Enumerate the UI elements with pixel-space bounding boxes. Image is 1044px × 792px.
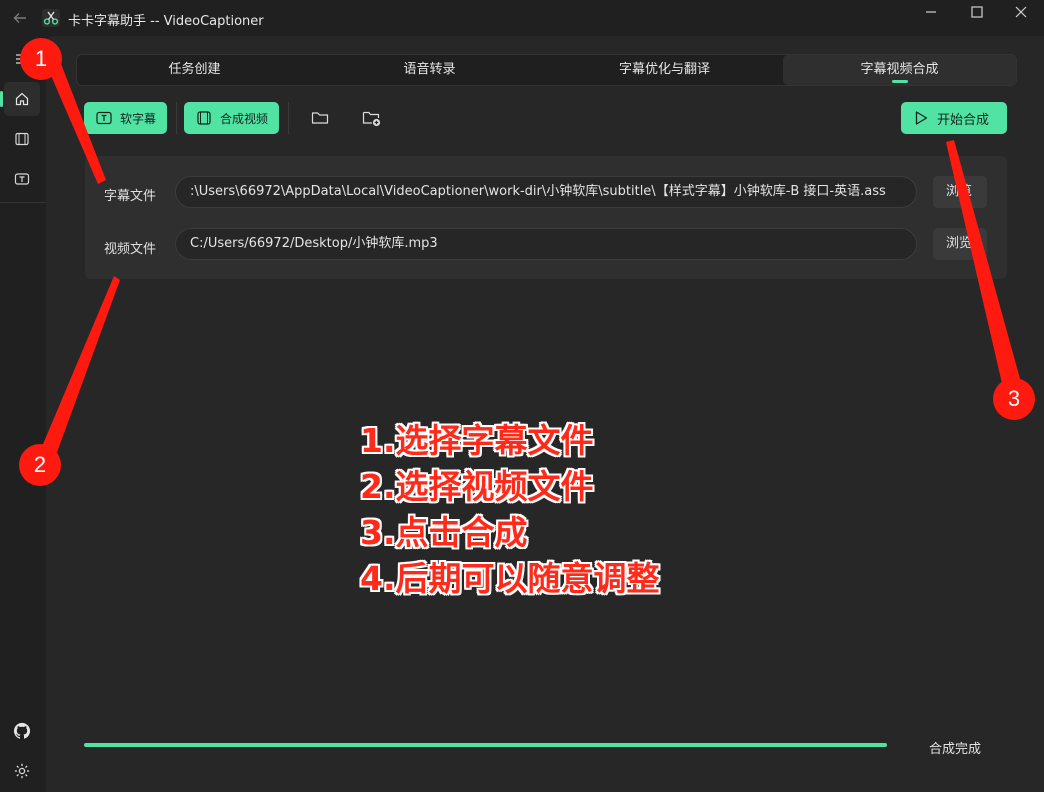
tab-active-underline xyxy=(891,80,908,83)
tab-video-synthesis[interactable]: 字幕视频合成 xyxy=(783,55,1016,85)
github-icon xyxy=(13,722,31,739)
github-button[interactable] xyxy=(4,714,40,748)
home-icon xyxy=(15,92,29,106)
progress-bar xyxy=(84,743,887,747)
file-selection-panel: 字幕文件 :\Users\66972\AppData\Local\VideoCa… xyxy=(85,156,1007,279)
film-icon xyxy=(197,111,211,125)
compose-video-toggle[interactable]: 合成视频 xyxy=(184,102,279,134)
play-icon xyxy=(915,111,928,125)
toolbar-divider xyxy=(288,102,289,134)
back-button[interactable] xyxy=(8,6,32,30)
subtitle-icon xyxy=(14,173,30,185)
title-bar: 卡卡字幕助手 -- VideoCaptioner xyxy=(0,0,1044,36)
window-title: 卡卡字幕助手 -- VideoCaptioner xyxy=(68,14,264,29)
tab-transcription[interactable]: 语音转录 xyxy=(312,55,547,85)
soft-subtitle-toggle[interactable]: 软字幕 xyxy=(84,102,167,134)
instruction-line: 2.选择视频文件 xyxy=(360,467,594,506)
folder-add-icon xyxy=(362,111,381,127)
instruction-overlay: 1.选择字幕文件 2.选择视频文件 3.点击合成 4.后期可以随意调整 xyxy=(360,418,660,602)
arrow-left-icon xyxy=(13,13,26,23)
video-file-label: 视频文件 xyxy=(104,242,157,257)
sidebar-item-subtitle[interactable] xyxy=(4,162,40,196)
film-icon xyxy=(15,132,29,146)
sidebar-item-home[interactable] xyxy=(0,82,40,116)
step-badge-1: 1 xyxy=(20,38,62,80)
settings-button[interactable] xyxy=(4,754,40,788)
sidebar-item-video[interactable] xyxy=(4,122,40,156)
tab-subtitle-optimize[interactable]: 字幕优化与翻译 xyxy=(547,55,782,85)
video-file-input[interactable]: C:/Users/66972/Desktop/小钟软库.mp3 xyxy=(175,228,917,260)
instruction-line: 4.后期可以随意调整 xyxy=(360,559,660,598)
maximize-button[interactable] xyxy=(954,0,1000,30)
tab-task-create[interactable]: 任务创建 xyxy=(77,55,312,85)
main-content: 任务创建 语音转录 字幕优化与翻译 字幕视频合成 软字幕 合成视频 开始合成 字… xyxy=(46,36,1044,792)
minimize-icon xyxy=(926,11,936,13)
app-logo xyxy=(42,9,60,27)
subtitle-file-label: 字幕文件 xyxy=(104,189,157,204)
active-indicator xyxy=(0,91,3,107)
subtitle-icon xyxy=(96,111,112,125)
scissors-icon xyxy=(43,11,59,25)
start-synthesis-button[interactable]: 开始合成 xyxy=(901,102,1007,134)
folder-icon xyxy=(311,112,329,124)
maximize-icon xyxy=(971,6,983,18)
compose-video-label: 合成视频 xyxy=(220,111,269,126)
tab-video-synthesis-label: 字幕视频合成 xyxy=(860,62,939,77)
settings-gear-icon xyxy=(14,763,30,779)
step-badge-3: 3 xyxy=(993,378,1035,420)
instruction-line: 1.选择字幕文件 xyxy=(360,421,594,460)
sidebar xyxy=(0,36,46,792)
sidebar-divider xyxy=(0,202,46,203)
minimize-button[interactable] xyxy=(908,0,954,30)
close-button[interactable] xyxy=(998,0,1044,30)
new-folder-button[interactable] xyxy=(358,104,386,132)
close-icon xyxy=(1015,6,1027,18)
progress-status-text: 合成完成 xyxy=(929,742,982,757)
tab-bar: 任务创建 语音转录 字幕优化与翻译 字幕视频合成 xyxy=(76,54,1017,86)
open-folder-button[interactable] xyxy=(306,104,334,132)
browse-video-button[interactable]: 浏览 xyxy=(933,228,987,260)
toolbar-divider xyxy=(176,102,177,134)
progress-bar-fill xyxy=(84,743,887,747)
instruction-line: 3.点击合成 xyxy=(360,513,528,552)
soft-subtitle-label: 软字幕 xyxy=(120,111,157,126)
step-badge-2: 2 xyxy=(19,444,61,486)
subtitle-file-input[interactable]: :\Users\66972\AppData\Local\VideoCaption… xyxy=(175,176,917,208)
start-synthesis-label: 开始合成 xyxy=(937,112,990,128)
browse-subtitle-button[interactable]: 浏览 xyxy=(933,176,987,208)
